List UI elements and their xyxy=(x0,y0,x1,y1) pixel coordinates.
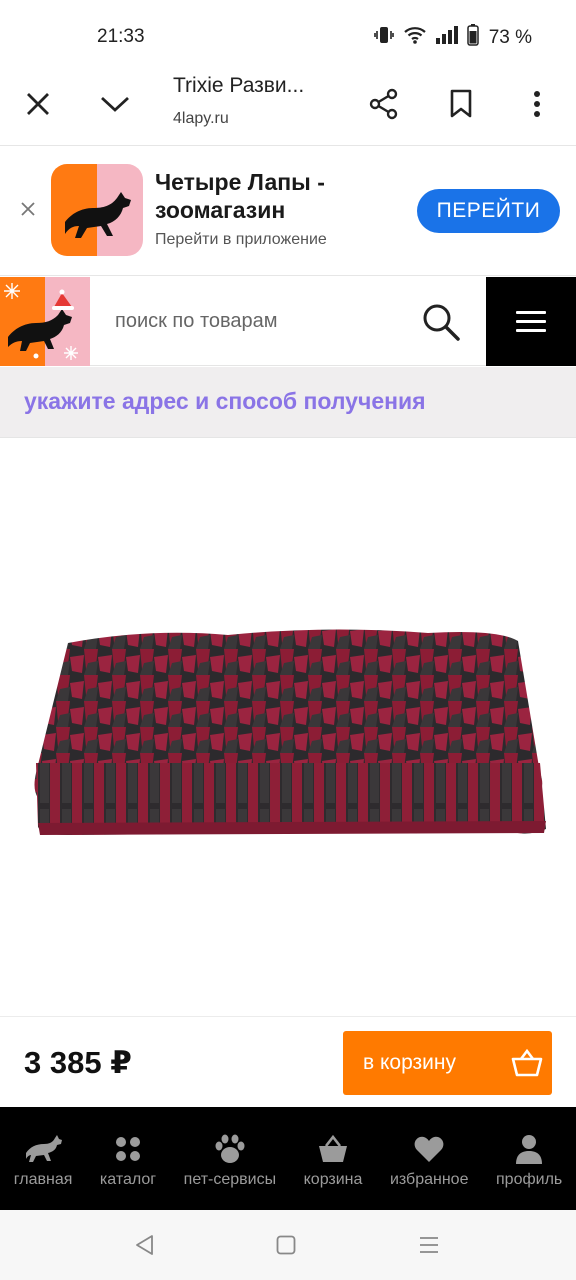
paw-icon xyxy=(214,1133,246,1165)
open-app-button[interactable]: ПЕРЕЙТИ xyxy=(417,189,560,233)
recents-lines-icon xyxy=(420,1237,438,1253)
nav-label: главная xyxy=(13,1171,73,1188)
chevron-down-icon xyxy=(101,96,129,112)
nav-profile[interactable]: профиль xyxy=(482,1107,576,1210)
app-subtitle: Перейти в приложение xyxy=(155,231,327,248)
banner-close-button[interactable] xyxy=(15,196,41,222)
minimize-button[interactable] xyxy=(91,80,139,128)
system-navigation-bar xyxy=(0,1210,576,1280)
more-menu-button[interactable] xyxy=(513,80,561,128)
share-icon xyxy=(369,88,398,120)
close-tab-button[interactable] xyxy=(14,80,62,128)
hamburger-menu-button[interactable] xyxy=(486,277,576,366)
site-logo[interactable] xyxy=(0,277,90,366)
nav-label: пет-сервисы xyxy=(183,1171,277,1188)
nav-label: профиль xyxy=(496,1171,563,1188)
page-url[interactable]: 4lapy.ru xyxy=(173,110,229,128)
close-icon xyxy=(27,93,49,115)
nav-favorites[interactable]: избранное xyxy=(376,1107,482,1210)
battery-percent: 73 % xyxy=(488,26,532,48)
back-triangle-icon xyxy=(136,1235,153,1255)
hamburger-icon-bar xyxy=(516,320,546,323)
nav-label: корзина xyxy=(303,1171,363,1188)
nav-catalog[interactable]: каталог xyxy=(86,1107,170,1210)
bookmark-icon xyxy=(450,89,472,118)
vibrate-icon xyxy=(373,24,395,51)
close-icon xyxy=(21,202,35,216)
search-icon xyxy=(423,304,460,341)
delivery-address-link[interactable]: укажите адрес и способ получения xyxy=(24,388,426,415)
hamburger-icon-bar xyxy=(516,329,546,332)
app-name: Четыре Лапы - зоомагазин xyxy=(155,169,325,223)
basket-icon xyxy=(502,1049,552,1077)
page-title: Trixie Разви... xyxy=(173,74,305,97)
browser-toolbar: Trixie Разви... 4lapy.ru xyxy=(0,72,576,146)
product-price: 3 385 ₽ xyxy=(24,1045,132,1080)
dog-icon xyxy=(24,1133,63,1165)
bottom-navigation: главная каталог пет-сервисы корзина избр… xyxy=(0,1107,576,1210)
nav-label: каталог xyxy=(99,1171,157,1188)
more-vert-icon xyxy=(534,91,540,117)
nav-pet-services[interactable]: пет-сервисы xyxy=(170,1107,290,1210)
bookmark-button[interactable] xyxy=(437,80,485,128)
hamburger-icon-bar xyxy=(516,311,546,314)
nav-home[interactable]: главная xyxy=(0,1107,86,1210)
nav-cart[interactable]: корзина xyxy=(290,1107,376,1210)
system-home-button[interactable] xyxy=(273,1232,299,1258)
search-input[interactable]: поиск по товарам xyxy=(115,310,278,333)
site-header: поиск по товарам xyxy=(0,277,576,366)
system-recents-button[interactable] xyxy=(416,1232,442,1258)
share-button[interactable] xyxy=(360,80,408,128)
home-square-icon xyxy=(276,1235,296,1255)
app-install-banner: Четыре Лапы - зоомагазин Перейти в прило… xyxy=(0,146,576,276)
product-image[interactable] xyxy=(28,623,550,843)
basket-icon xyxy=(318,1133,348,1165)
person-icon xyxy=(515,1133,543,1165)
grid-icon xyxy=(115,1133,141,1165)
status-icons: 73 % xyxy=(373,24,532,51)
signal-icon xyxy=(435,26,459,49)
product-gallery xyxy=(0,438,576,1016)
status-bar: 21:33 73 % xyxy=(0,0,576,72)
app-logo xyxy=(51,164,143,256)
system-back-button[interactable] xyxy=(131,1232,157,1258)
search-button[interactable] xyxy=(418,299,464,345)
heart-icon xyxy=(414,1133,444,1165)
wifi-icon xyxy=(403,25,427,50)
nav-label: избранное xyxy=(389,1171,469,1188)
purchase-bar: 3 385 ₽ в корзину xyxy=(0,1016,576,1107)
delivery-address-bar: укажите адрес и способ получения xyxy=(0,367,576,438)
cart-button-label: в корзину xyxy=(363,1051,456,1074)
status-time: 21:33 xyxy=(97,26,145,47)
battery-icon xyxy=(466,24,479,51)
add-to-cart-button[interactable]: в корзину xyxy=(343,1031,552,1095)
